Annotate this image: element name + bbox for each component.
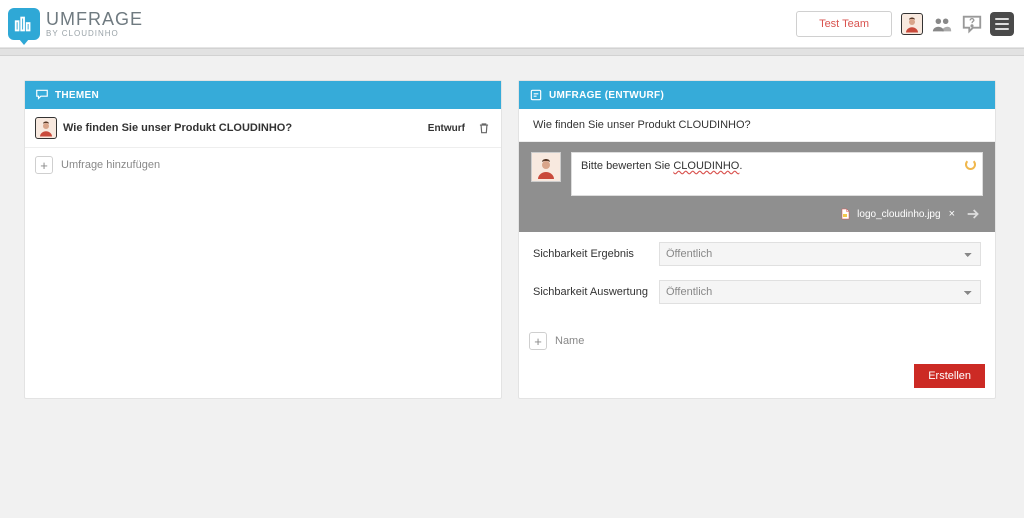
compose-text-suffix: .	[739, 160, 742, 172]
add-name-row[interactable]: + Name	[519, 328, 995, 354]
logo-badge-icon	[8, 8, 40, 40]
team-selector-button[interactable]: Test Team	[796, 11, 892, 37]
survey-panel-title: UMFRAGE (ENTWURF)	[549, 90, 664, 101]
main-content: THEMEN Wie finden Sie unser Produkt CLOU…	[0, 56, 1024, 399]
visibility-result-row: Sichbarkeit Ergebnis Öffentlich	[533, 242, 981, 266]
speech-icon	[35, 88, 49, 102]
theme-item-status: Entwurf	[428, 123, 465, 134]
add-survey-label: Umfrage hinzufügen	[61, 159, 160, 171]
themes-panel-title: THEMEN	[55, 90, 99, 101]
create-button[interactable]: Erstellen	[914, 364, 985, 388]
delete-theme-icon[interactable]	[477, 121, 491, 135]
themes-panel: THEMEN Wie finden Sie unser Produkt CLOU…	[24, 80, 502, 399]
visibility-eval-select[interactable]: Öffentlich	[659, 280, 981, 304]
visibility-result-label: Sichbarkeit Ergebnis	[533, 248, 659, 260]
themes-panel-header: THEMEN	[25, 81, 501, 109]
group-icon[interactable]	[930, 12, 954, 36]
compose-avatar-icon	[531, 152, 561, 182]
visibility-result-select[interactable]: Öffentlich	[659, 242, 981, 266]
plus-icon[interactable]: +	[35, 156, 53, 174]
menu-icon[interactable]	[990, 12, 1014, 36]
survey-settings: Sichbarkeit Ergebnis Öffentlich Sichbark…	[519, 232, 995, 328]
top-bar: UMFRAGE BY CLOUDINHO Test Team	[0, 0, 1024, 48]
visibility-eval-label: Sichbarkeit Auswertung	[533, 286, 659, 298]
compose-text-underlined: CLOUDINHO	[673, 160, 739, 172]
visibility-eval-row: Sichbarkeit Auswertung Öffentlich	[533, 280, 981, 304]
brand-title: UMFRAGE	[46, 10, 143, 28]
brand-text: UMFRAGE BY CLOUDINHO	[46, 10, 143, 38]
submit-arrow-icon[interactable]	[963, 206, 983, 222]
compose-input[interactable]: Bitte bewerten Sie CLOUDINHO.	[571, 152, 983, 196]
survey-panel: UMFRAGE (ENTWURF) Wie finden Sie unser P…	[518, 80, 996, 399]
survey-question: Wie finden Sie unser Produkt CLOUDINHO?	[519, 109, 995, 142]
brand-subtitle: BY CLOUDINHO	[46, 30, 143, 38]
plus-icon[interactable]: +	[529, 332, 547, 350]
help-icon[interactable]	[960, 12, 984, 36]
loading-icon	[965, 159, 976, 170]
compose-text-prefix: Bitte bewerten Sie	[581, 160, 673, 172]
name-label: Name	[555, 335, 584, 347]
user-avatar-icon[interactable]	[900, 12, 924, 36]
panel-footer: Erstellen	[519, 354, 995, 398]
theme-item-title: Wie finden Sie unser Produkt CLOUDINHO?	[63, 122, 422, 134]
attachment-filename: logo_cloudinho.jpg	[857, 209, 940, 220]
theme-item-avatar-icon	[35, 117, 57, 139]
theme-item[interactable]: Wie finden Sie unser Produkt CLOUDINHO? …	[25, 109, 501, 148]
sub-header-divider	[0, 48, 1024, 56]
add-survey-row[interactable]: + Umfrage hinzufügen	[25, 148, 501, 182]
attachment-row: logo_cloudinho.jpg ×	[531, 206, 983, 222]
remove-attachment-icon[interactable]: ×	[947, 208, 957, 220]
file-icon	[839, 207, 851, 221]
survey-icon	[529, 88, 543, 102]
brand-logo[interactable]: UMFRAGE BY CLOUDINHO	[8, 8, 143, 40]
compose-area: Bitte bewerten Sie CLOUDINHO. logo_cloud…	[519, 142, 995, 232]
survey-panel-header: UMFRAGE (ENTWURF)	[519, 81, 995, 109]
